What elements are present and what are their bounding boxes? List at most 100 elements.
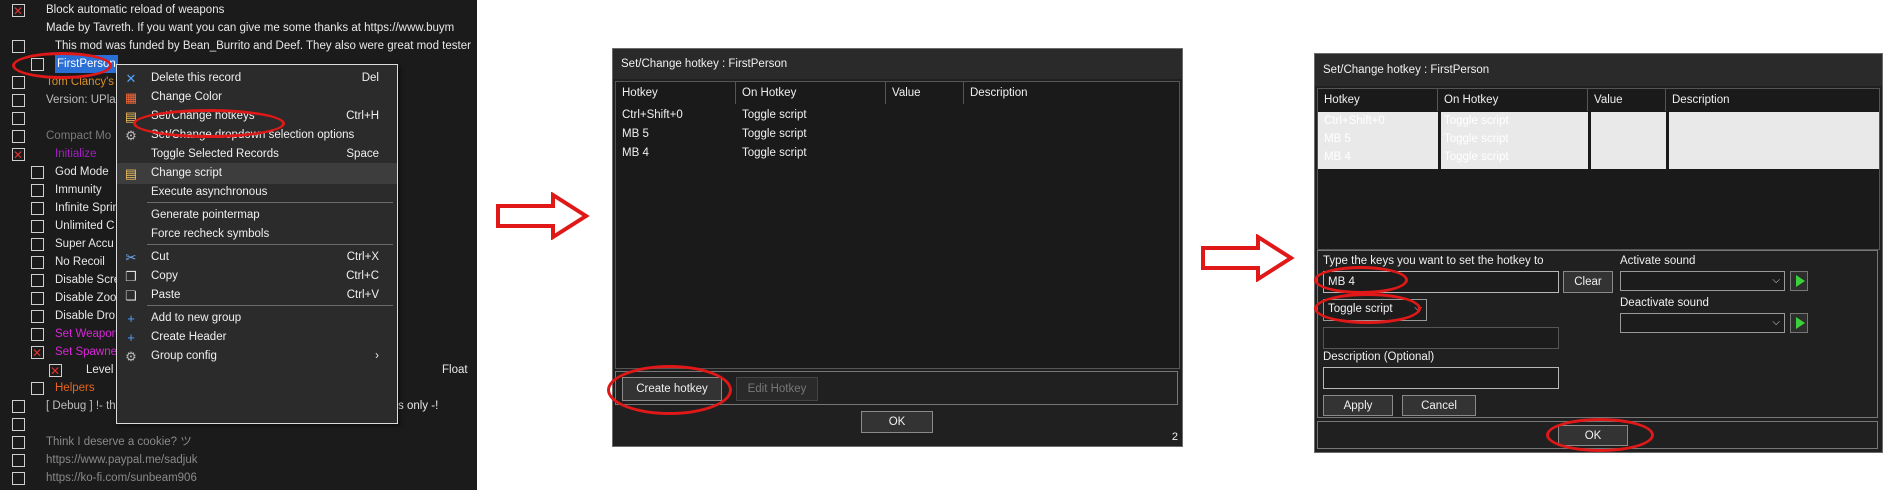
- row-checkbox[interactable]: [49, 362, 62, 380]
- table-row-action[interactable]: Toggle script: [1444, 113, 1509, 130]
- menu-item-label: Execute asynchronous: [151, 186, 268, 198]
- menu-item[interactable]: Force recheck symbols: [117, 224, 397, 245]
- apply-button[interactable]: Apply: [1323, 395, 1393, 416]
- row-checkbox[interactable]: [31, 274, 44, 287]
- table-row[interactable]: Think I deserve a cookie? ツ: [0, 433, 477, 451]
- play-activate-sound-icon[interactable]: [1790, 271, 1808, 291]
- menu-item[interactable]: + Create Header: [117, 327, 397, 348]
- row-checkbox[interactable]: [12, 436, 25, 449]
- row-checkbox[interactable]: [12, 2, 25, 20]
- row-description: God Mode: [55, 166, 109, 178]
- arrow-right-icon: [1201, 234, 1295, 282]
- table-row-action[interactable]: Toggle script: [742, 125, 807, 144]
- menu-item-shortcut: Ctrl+C: [346, 270, 379, 282]
- menu-item[interactable]: Toggle Selected Records Space: [117, 144, 397, 165]
- row-checkbox[interactable]: [31, 382, 44, 395]
- clear-button[interactable]: Clear: [1563, 271, 1613, 293]
- menu-item[interactable]: ⚙ Set/Change dropdown selection options: [117, 125, 397, 146]
- table-row-action[interactable]: Toggle script: [1444, 131, 1509, 148]
- row-checkbox[interactable]: [31, 344, 44, 362]
- row-description: Level: [86, 364, 114, 376]
- table-row-hotkey[interactable]: Ctrl+Shift+0: [1324, 113, 1385, 130]
- table-row-action[interactable]: Toggle script: [1444, 149, 1509, 166]
- menu-item[interactable]: ✂ Cut Ctrl+X: [117, 247, 397, 268]
- hotkey-keys-input[interactable]: MB 4: [1323, 271, 1559, 293]
- row-description: Disable Scre: [55, 274, 121, 286]
- row-checkbox[interactable]: [12, 94, 25, 107]
- column-value[interactable]: Value: [886, 82, 964, 104]
- dialog-title: Set/Change hotkey : FirstPerson: [1315, 54, 1882, 86]
- activate-sound-select[interactable]: ⌵: [1620, 271, 1785, 291]
- menu-item[interactable]: ✕ Delete this record Del: [117, 68, 397, 89]
- row-checkbox[interactable]: [31, 184, 44, 197]
- menu-item[interactable]: ▦ Change Color: [117, 87, 397, 108]
- row-checkbox[interactable]: [31, 256, 44, 269]
- table-row-hotkey[interactable]: MB 5: [1324, 131, 1351, 148]
- column-hotkey[interactable]: Hotkey: [1318, 89, 1438, 111]
- row-checkbox[interactable]: [12, 472, 25, 485]
- table-row-hotkey[interactable]: MB 4: [1324, 149, 1351, 166]
- row-checkbox[interactable]: [31, 292, 44, 305]
- table-row[interactable]: Block automatic reload of weapons: [0, 1, 477, 20]
- column-description[interactable]: Description: [1666, 89, 1879, 111]
- column-on-hotkey[interactable]: On Hotkey: [1438, 89, 1588, 111]
- column-on-hotkey[interactable]: On Hotkey: [736, 82, 886, 104]
- description-input[interactable]: [1323, 367, 1559, 389]
- table-row[interactable]: This mod was funded by Bean_Burrito and …: [0, 37, 477, 55]
- ok-button[interactable]: OK: [861, 411, 933, 433]
- row-checkbox[interactable]: [31, 220, 44, 233]
- row-description: Helpers: [55, 382, 95, 394]
- row-checkbox[interactable]: [12, 76, 25, 89]
- menu-item[interactable]: Execute asynchronous: [117, 182, 397, 203]
- row-checkbox[interactable]: [12, 418, 25, 431]
- row-checkbox[interactable]: [31, 238, 44, 251]
- row-checkbox[interactable]: [31, 202, 44, 215]
- table-row[interactable]: https://www.paypal.me/sadjuk: [0, 451, 477, 469]
- table-row-action[interactable]: Toggle script: [742, 106, 807, 125]
- column-value[interactable]: Value: [1588, 89, 1666, 111]
- value-input[interactable]: [1323, 327, 1559, 349]
- menu-item[interactable]: ▤ Change script: [117, 163, 397, 184]
- on-hotkey-action-select[interactable]: Toggle script ⌵: [1323, 299, 1427, 321]
- cancel-button[interactable]: Cancel: [1402, 395, 1476, 416]
- row-checkbox[interactable]: [31, 328, 44, 341]
- hotkey-list[interactable]: Hotkey On Hotkey Value Description Ctrl+…: [615, 81, 1180, 369]
- menu-item[interactable]: ⚙ Group config ›: [117, 346, 397, 367]
- row-checkbox[interactable]: [31, 166, 44, 179]
- table-row[interactable]: https://ko-fi.com/sunbeam906: [0, 469, 477, 487]
- ok-button[interactable]: OK: [1558, 425, 1628, 446]
- row-checkbox[interactable]: [12, 146, 25, 164]
- column-hotkey[interactable]: Hotkey: [616, 82, 736, 104]
- table-row-hotkey[interactable]: Ctrl+Shift+0: [622, 106, 683, 125]
- menu-item-label: Delete this record: [151, 72, 242, 84]
- activate-sound-label: Activate sound: [1620, 255, 1696, 267]
- play-deactivate-sound-icon[interactable]: [1790, 313, 1808, 333]
- deactivate-sound-select[interactable]: ⌵: [1620, 313, 1785, 333]
- row-description: Disable Dro: [55, 310, 116, 322]
- row-checkbox[interactable]: [31, 58, 44, 71]
- row-checkbox[interactable]: [12, 40, 25, 53]
- row-checkbox[interactable]: [31, 310, 44, 323]
- row-checkbox[interactable]: [12, 112, 25, 125]
- create-hotkey-button[interactable]: Create hotkey: [622, 377, 722, 401]
- table-row-action[interactable]: Toggle script: [742, 144, 807, 163]
- menu-item[interactable]: Generate pointermap: [117, 205, 397, 226]
- menu-item-label: Group config: [151, 350, 217, 362]
- row-checkbox[interactable]: [12, 130, 25, 143]
- deactivate-sound-label: Deactivate sound: [1620, 297, 1709, 309]
- gear-icon: ⚙: [125, 349, 137, 364]
- row-checkbox[interactable]: [12, 454, 25, 467]
- menu-item[interactable]: ▤ Set/Change hotkeys Ctrl+H: [117, 106, 397, 127]
- table-row[interactable]: Made by Tavreth. If you want you can giv…: [0, 19, 477, 37]
- menu-item[interactable]: ❐ Copy Ctrl+C: [117, 266, 397, 287]
- table-row-hotkey[interactable]: MB 4: [622, 144, 649, 163]
- row-checkbox[interactable]: [12, 400, 25, 413]
- menu-item[interactable]: + Add to new group: [117, 308, 397, 329]
- table-row-hotkey[interactable]: MB 5: [622, 125, 649, 144]
- edit-hotkey-button[interactable]: Edit Hotkey: [736, 377, 818, 401]
- column-description[interactable]: Description: [964, 82, 1179, 104]
- menu-item[interactable]: ❏ Paste Ctrl+V: [117, 285, 397, 306]
- hotkey-list[interactable]: Hotkey On Hotkey Value Description Ctrl+…: [1317, 88, 1880, 250]
- row-description: Tom Clancy's: [46, 76, 115, 88]
- menu-item-shortcut: Space: [346, 148, 379, 160]
